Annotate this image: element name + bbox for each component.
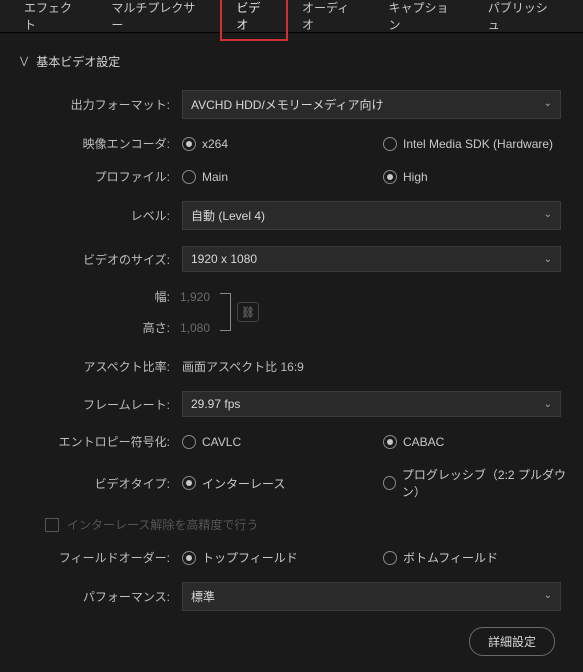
value-width: 1,920	[180, 290, 220, 304]
value-height: 1,080	[180, 321, 220, 335]
link-dimensions-button[interactable]: ⛓	[237, 302, 259, 322]
chevron-down-icon: ⌄	[544, 399, 552, 410]
label-height: 高さ:	[122, 319, 170, 336]
chevron-down-icon: ⋁	[20, 56, 28, 67]
radio-entropy-cavlc[interactable]: CAVLC	[182, 435, 241, 449]
radio-vtype-interlace[interactable]: インターレース	[182, 475, 285, 492]
radio-profile-main[interactable]: Main	[182, 170, 228, 184]
label-field-order: フィールドオーダー:	[20, 549, 182, 566]
chevron-down-icon: ⌄	[544, 254, 552, 265]
select-performance[interactable]: 標準⌄	[182, 582, 561, 611]
radio-encoder-imsdk[interactable]: Intel Media SDK (Hardware)	[383, 137, 573, 151]
tab-effect[interactable]: エフェクト	[10, 0, 97, 39]
detail-settings-button[interactable]: 詳細設定	[469, 627, 555, 656]
radio-vtype-progressive[interactable]: プログレッシブ（2:2 プルダウン）	[383, 466, 573, 500]
checkbox-deinterlace-hq: インターレース解除を高精度で行う	[45, 516, 573, 533]
tab-caption[interactable]: キャプション	[375, 0, 474, 39]
label-video-size: ビデオのサイズ:	[20, 251, 182, 268]
tab-publish[interactable]: パブリッシュ	[474, 0, 573, 39]
select-framerate[interactable]: 29.97 fps⌄	[182, 391, 561, 417]
label-performance: パフォーマンス:	[20, 588, 182, 605]
checkbox-icon	[45, 518, 59, 532]
label-profile: プロファイル:	[20, 168, 182, 185]
radio-profile-high[interactable]: High	[383, 170, 573, 184]
value-aspect: 画面アスペクト比 16:9	[182, 358, 304, 375]
select-video-size[interactable]: 1920 x 1080⌄	[182, 246, 561, 272]
tab-video[interactable]: ビデオ	[220, 0, 288, 41]
label-encoder: 映像エンコーダ:	[20, 135, 182, 152]
tab-multiplexer[interactable]: マルチプレクサー	[97, 0, 220, 39]
chevron-down-icon: ⌄	[544, 209, 552, 220]
label-level: レベル:	[20, 207, 182, 224]
chevron-down-icon: ⌄	[544, 98, 552, 109]
label-framerate: フレームレート:	[20, 396, 182, 413]
label-output-format: 出力フォーマット:	[20, 96, 182, 113]
select-output-format[interactable]: AVCHD HDD/メモリーメディア向け⌄	[182, 90, 561, 119]
label-entropy: エントロピー符号化:	[20, 433, 182, 450]
label-width: 幅:	[122, 288, 170, 305]
section-title: 基本ビデオ設定	[36, 53, 120, 70]
radio-entropy-cabac[interactable]: CABAC	[383, 435, 573, 449]
tab-audio[interactable]: オーディオ	[288, 0, 375, 39]
label-video-type: ビデオタイプ:	[20, 475, 182, 492]
radio-encoder-x264[interactable]: x264	[182, 137, 228, 151]
radio-field-top[interactable]: トップフィールド	[182, 549, 298, 566]
label-aspect: アスペクト比率:	[20, 358, 182, 375]
chevron-down-icon: ⌄	[544, 590, 552, 601]
select-level[interactable]: 自動 (Level 4)⌄	[182, 201, 561, 230]
radio-field-bottom[interactable]: ボトムフィールド	[383, 549, 573, 566]
tab-bar: エフェクト マルチプレクサー ビデオ オーディオ キャプション パブリッシュ	[0, 0, 583, 33]
section-header[interactable]: ⋁ 基本ビデオ設定	[20, 53, 573, 70]
link-bracket-icon	[220, 293, 231, 331]
